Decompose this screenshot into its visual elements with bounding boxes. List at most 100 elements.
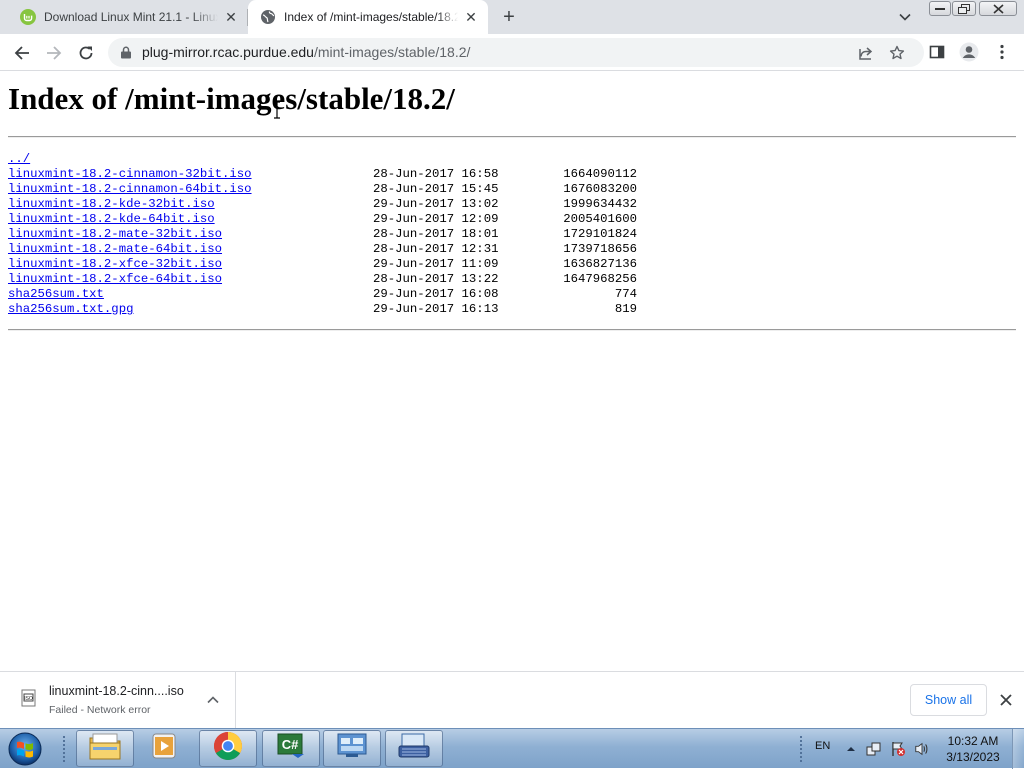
tray-grip <box>799 735 803 763</box>
page-content: Index of /mint-images/stable/18.2/ ../ l… <box>0 72 1024 671</box>
tab-title: Download Linux Mint 21.1 - Linux Mint <box>44 10 218 24</box>
bookmark-star-icon[interactable] <box>888 44 906 62</box>
taskbar-control-panel-button[interactable] <box>323 730 381 767</box>
close-tab-icon[interactable]: ✕ <box>462 8 480 26</box>
file-date: 28-Jun-2017 13:22 <box>373 272 499 286</box>
show-desktop-button[interactable] <box>1012 729 1024 769</box>
svg-text:C#: C# <box>282 737 299 752</box>
url-host: plug-mirror.rcac.purdue.edu <box>142 44 314 60</box>
file-date: 28-Jun-2017 16:58 <box>373 167 499 181</box>
clock-time[interactable]: 10:32 AM <box>940 734 1006 748</box>
close-tab-icon[interactable]: ✕ <box>222 8 240 26</box>
text-cursor-icon <box>274 101 280 119</box>
browser-toolbar: plug-mirror.rcac.purdue.edu/mint-images/… <box>0 34 1024 71</box>
file-link[interactable]: linuxmint-18.2-xfce-32bit.iso <box>8 257 222 271</box>
download-status: Failed - Network error <box>49 704 151 716</box>
taskbar-explorer-button[interactable] <box>76 730 134 767</box>
close-window-button[interactable] <box>979 1 1017 16</box>
menu-kebab-icon[interactable] <box>991 41 1013 63</box>
file-size: 1647968256 <box>563 272 637 286</box>
csharp-app-icon: C# <box>276 732 306 765</box>
profile-avatar-icon[interactable] <box>958 41 980 63</box>
start-button[interactable] <box>6 731 44 767</box>
file-link[interactable]: linuxmint-18.2-cinnamon-32bit.iso <box>8 167 252 181</box>
control-panel-icon <box>336 732 368 765</box>
show-all-button[interactable]: Show all <box>910 684 987 716</box>
share-icon[interactable] <box>857 44 875 62</box>
forward-button[interactable] <box>41 40 67 66</box>
linux-mint-icon <box>20 9 36 25</box>
tab-search-chevron-icon[interactable] <box>896 8 914 26</box>
address-bar[interactable]: plug-mirror.rcac.purdue.edu/mint-images/… <box>108 38 924 67</box>
windows-explorer-icon <box>88 731 122 766</box>
list-item: linuxmint-18.2-xfce-64bit.iso 28-Jun-2017… <box>8 272 637 287</box>
file-date: 29-Jun-2017 11:09 <box>373 257 499 271</box>
reload-button[interactable] <box>73 40 99 66</box>
file-date: 29-Jun-2017 16:08 <box>373 287 499 301</box>
tab-index-of-mint-images[interactable]: Index of /mint-images/stable/18.2/ ✕ <box>248 0 488 34</box>
tab-strip: Download Linux Mint 21.1 - Linux Mint ✕ … <box>0 0 1024 34</box>
taskbar-grip <box>62 735 66 763</box>
file-date: 29-Jun-2017 16:13 <box>373 302 499 316</box>
download-item[interactable]: ISO linuxmint-18.2-cinn....iso Failed - … <box>0 672 236 728</box>
taskbar-chrome-button[interactable] <box>199 730 257 767</box>
volume-icon[interactable] <box>914 741 930 757</box>
url-text[interactable]: plug-mirror.rcac.purdue.edu/mint-images/… <box>142 44 470 60</box>
chrome-icon <box>213 731 243 766</box>
file-link[interactable]: linuxmint-18.2-mate-32bit.iso <box>8 227 222 241</box>
tab-linux-mint-download[interactable]: Download Linux Mint 21.1 - Linux Mint ✕ <box>8 0 248 34</box>
file-link[interactable]: linuxmint-18.2-kde-32bit.iso <box>8 197 215 211</box>
url-path: /mint-images/stable/18.2/ <box>313 44 471 60</box>
file-link[interactable]: sha256sum.txt <box>8 287 104 301</box>
list-item: linuxmint-18.2-kde-64bit.iso 29-Jun-2017 … <box>8 212 637 227</box>
file-link[interactable]: linuxmint-18.2-kde-64bit.iso <box>8 212 215 226</box>
file-listing: ../ linuxmint-18.2-cinnamon-32bit.iso 28-… <box>8 152 637 317</box>
list-item: linuxmint-18.2-cinnamon-64bit.iso 28-Jun-… <box>8 182 637 197</box>
page-title: Index of /mint-images/stable/18.2/ <box>8 81 455 116</box>
show-hidden-icons-icon[interactable] <box>843 741 859 757</box>
list-item: linuxmint-18.2-mate-32bit.iso 28-Jun-2017… <box>8 227 637 242</box>
list-item: linuxmint-18.2-cinnamon-32bit.iso 28-Jun-… <box>8 167 637 182</box>
list-item: linuxmint-18.2-mate-64bit.iso 28-Jun-2017… <box>8 242 637 257</box>
file-date: 28-Jun-2017 18:01 <box>373 227 499 241</box>
list-item: sha256sum.txt 29-Jun-2017 16:08 774 <box>8 287 637 302</box>
list-item: linuxmint-18.2-xfce-32bit.iso 29-Jun-2017… <box>8 257 637 272</box>
download-bar: ISO linuxmint-18.2-cinn....iso Failed - … <box>0 671 1024 728</box>
new-tab-button[interactable]: + <box>497 6 521 28</box>
taskbar-keyboard-app-button[interactable] <box>385 730 443 767</box>
chevron-up-icon[interactable] <box>204 691 222 709</box>
list-item: sha256sum.txt.gpg 29-Jun-2017 16:13 819 <box>8 302 637 317</box>
action-center-flag-icon[interactable] <box>890 741 906 757</box>
restore-window-button[interactable] <box>952 1 976 16</box>
file-size: 2005401600 <box>563 212 637 226</box>
list-item: linuxmint-18.2-kde-32bit.iso 29-Jun-2017 … <box>8 197 637 212</box>
minimize-window-button[interactable] <box>929 1 951 16</box>
iso-file-icon: ISO <box>20 689 38 707</box>
file-date: 29-Jun-2017 12:09 <box>373 212 499 226</box>
windows-taskbar: C# EN 10:32 AM 3/13/2023 <box>0 728 1024 769</box>
bottom-divider <box>8 329 1016 331</box>
file-size: 819 <box>614 302 637 316</box>
taskbar-csharp-app-button[interactable]: C# <box>262 730 320 767</box>
file-size: 1999634432 <box>563 197 637 211</box>
file-link[interactable]: linuxmint-18.2-cinnamon-64bit.iso <box>8 182 252 196</box>
svg-text:ISO: ISO <box>24 696 33 702</box>
globe-icon <box>260 9 276 25</box>
file-size: 774 <box>614 287 637 301</box>
network-icon[interactable] <box>866 741 882 757</box>
file-link[interactable]: linuxmint-18.2-xfce-64bit.iso <box>8 272 222 286</box>
file-link[interactable]: sha256sum.txt.gpg <box>8 302 133 316</box>
side-panel-icon[interactable] <box>926 41 948 63</box>
close-download-bar-icon[interactable] <box>996 690 1016 710</box>
clock-date[interactable]: 3/13/2023 <box>940 750 1006 764</box>
file-date: 28-Jun-2017 15:45 <box>373 182 499 196</box>
taskbar-media-player-button[interactable] <box>136 730 194 767</box>
lock-icon[interactable] <box>120 46 132 59</box>
file-size: 1676083200 <box>563 182 637 196</box>
language-indicator[interactable]: EN <box>815 740 830 752</box>
file-size: 1664090112 <box>563 167 637 181</box>
file-link[interactable]: linuxmint-18.2-mate-64bit.iso <box>8 242 222 256</box>
back-button[interactable] <box>9 40 35 66</box>
file-date: 28-Jun-2017 12:31 <box>373 242 499 256</box>
parent-directory-link[interactable]: ../ <box>8 152 30 166</box>
